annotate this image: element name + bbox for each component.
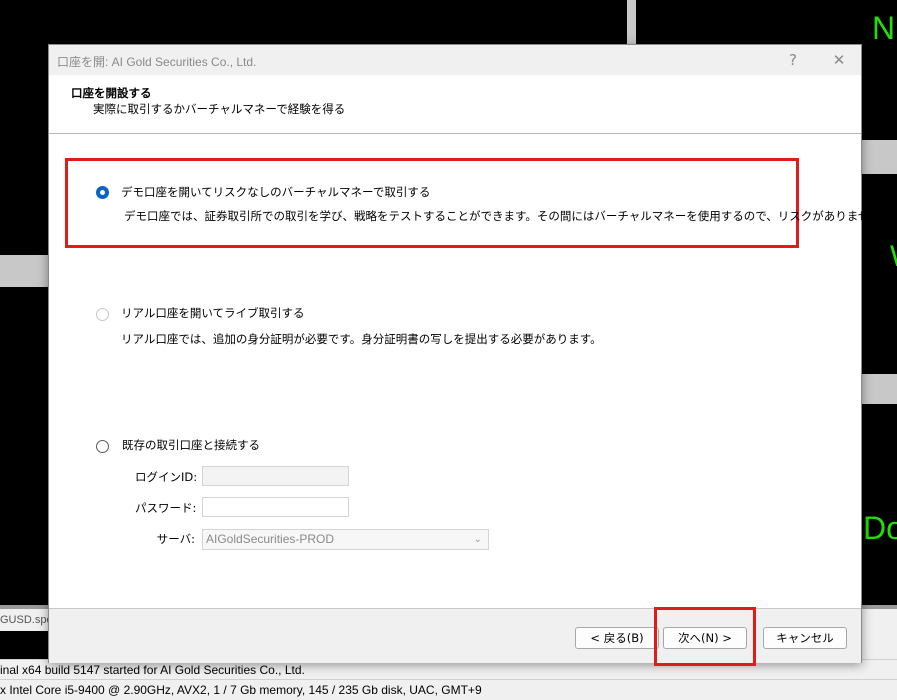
header-subtitle: 実際に取引するかバーチャルマネーで経験を得る xyxy=(93,102,346,116)
real-account-label[interactable]: リアル口座を開いてライブ取引する xyxy=(121,305,305,321)
server-select[interactable]: AIGoldSecurities-PROD ⌄ xyxy=(202,529,489,550)
chart-symbol-text-3: Do xyxy=(863,510,897,546)
chart-splitter-right-1[interactable] xyxy=(860,140,897,174)
demo-option-highlight-box xyxy=(65,158,799,248)
chart-panel-bottom-left xyxy=(0,287,48,607)
existing-account-radio[interactable] xyxy=(96,440,109,453)
dialog-content: デモ口座を開いてリスクなしのバーチャルマネーで取引する デモ口座では、証券取引所… xyxy=(49,134,892,608)
chart-panel-mid-right xyxy=(860,174,897,374)
dialog-title: 口座を開: AI Gold Securities Co., Ltd. xyxy=(57,55,257,69)
login-id-label: ログインID: xyxy=(135,470,198,484)
chart-panel-bottom-right xyxy=(860,404,897,606)
chevron-down-icon: ⌄ xyxy=(473,534,482,545)
open-account-dialog: 口座を開: AI Gold Securities Co., Ltd. ? ✕ 口… xyxy=(48,44,892,663)
chart-splitter-vertical[interactable] xyxy=(627,0,636,44)
close-button[interactable]: ✕ xyxy=(827,50,851,70)
demo-account-radio[interactable] xyxy=(96,186,109,199)
next-button-highlight-box xyxy=(654,607,756,666)
chart-symbol-text-2: W xyxy=(890,240,897,274)
cancel-button[interactable]: キャンセル xyxy=(763,627,847,649)
help-button[interactable]: ? xyxy=(781,50,805,70)
server-select-value: AIGoldSecurities-PROD xyxy=(206,532,335,546)
back-button[interactable]: < 戻る(B) xyxy=(575,627,659,649)
dialog-header: 口座を開設する 実際に取引するかバーチャルマネーで経験を得る xyxy=(49,75,861,134)
close-icon: ✕ xyxy=(832,51,846,69)
real-account-description: リアル口座では、追加の身分証明が必要です。身分証明書の写しを提出する必要がありま… xyxy=(121,332,602,346)
demo-account-description: デモ口座では、証券取引所での取引を学び、戦略をテストすることができます。その間に… xyxy=(124,209,893,223)
chart-symbol-text-1: N xyxy=(872,10,896,46)
dialog-titlebar: 口座を開: AI Gold Securities Co., Ltd. ? ✕ xyxy=(49,45,861,75)
password-label: パスワード: xyxy=(135,501,197,515)
chart-splitter-right-2[interactable] xyxy=(860,374,897,404)
journal-log-line: x Intel Core i5-9400 @ 2.90GHz, AVX2, 1 … xyxy=(0,679,897,700)
existing-account-label[interactable]: 既存の取引口座と接続する xyxy=(122,437,260,453)
demo-account-label[interactable]: デモ口座を開いてリスクなしのバーチャルマネーで取引する xyxy=(121,184,430,200)
chart-splitter-left[interactable] xyxy=(0,255,48,287)
password-input[interactable] xyxy=(202,497,349,517)
real-account-radio[interactable] xyxy=(96,308,109,321)
header-title: 口座を開設する xyxy=(71,86,152,100)
server-label: サーバ: xyxy=(156,532,195,546)
login-id-input[interactable] xyxy=(202,466,349,486)
